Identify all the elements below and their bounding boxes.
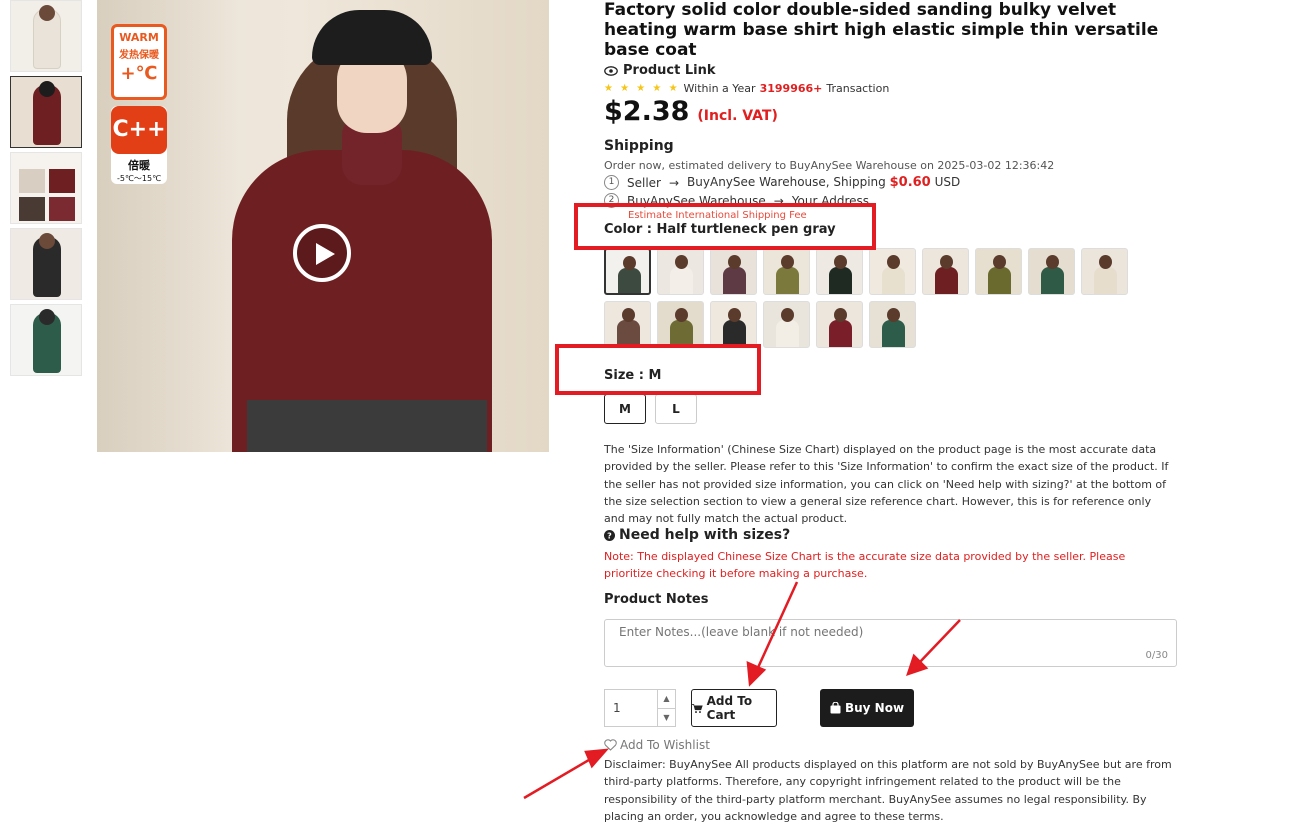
heart-icon — [604, 739, 617, 751]
swatch-garment — [882, 320, 905, 347]
color-swatch[interactable] — [657, 248, 704, 295]
shipping-step-1: 1 Seller → BuyAnySee Warehouse, Shipping… — [604, 175, 1184, 190]
color-swatch[interactable] — [763, 248, 810, 295]
delivery-estimate: Order now, estimated delivery to BuyAnyS… — [604, 159, 1055, 172]
thumbnail-3[interactable] — [10, 152, 82, 224]
warm-badge: WARM 发热保暖 +℃ — [111, 24, 167, 100]
swatch-model-head — [1046, 255, 1059, 269]
price: $2.38 — [604, 96, 690, 127]
double-warmth-badge: C++ 倍暖 -5℃～15℃ — [111, 106, 167, 184]
annotation-box-size — [555, 344, 761, 395]
product-notes-field: 0/30 — [604, 619, 1177, 667]
shipping-fee: $0.60 — [889, 175, 931, 190]
size-help-link[interactable]: ? Need help with sizes? — [604, 527, 790, 543]
rating-row: ★ ★ ★ ★ ★ Within a Year 3199966+ Transac… — [604, 82, 890, 95]
swatch-model-head — [834, 255, 847, 269]
color-swatch[interactable] — [604, 301, 651, 348]
annotation-box-color — [574, 203, 876, 250]
transaction-count: 3199966+ — [759, 82, 823, 95]
arrow-right-icon: → — [668, 175, 680, 190]
notes-char-counter: 0/30 — [1145, 650, 1168, 661]
product-title: Factory solid color double-sided sanding… — [604, 0, 1159, 60]
swatch-model-head — [887, 255, 900, 269]
swatch-garment — [670, 267, 693, 294]
swatch-garment — [829, 267, 852, 294]
swatch-garment — [1041, 267, 1064, 294]
vat-label: (Incl. VAT) — [697, 108, 778, 124]
color-swatch[interactable] — [816, 248, 863, 295]
star-rating: ★ ★ ★ ★ ★ — [604, 83, 680, 94]
swatch-model-head — [728, 255, 741, 269]
color-swatch[interactable] — [710, 301, 757, 348]
add-to-cart-button[interactable]: Add To Cart — [691, 689, 777, 727]
play-video-icon[interactable] — [293, 224, 351, 282]
swatch-model-head — [623, 256, 636, 270]
swatch-garment — [776, 320, 799, 347]
swatch-model-head — [728, 308, 741, 322]
cart-icon — [692, 703, 703, 713]
color-swatch[interactable] — [922, 248, 969, 295]
size-options: M L — [604, 394, 697, 424]
color-swatch[interactable] — [710, 248, 757, 295]
quantity-stepper: ▲ ▼ — [604, 689, 676, 727]
eye-icon — [604, 65, 618, 76]
thumbnail-5[interactable] — [10, 304, 82, 376]
swatch-model-head — [887, 308, 900, 322]
question-icon: ? — [604, 529, 615, 541]
quantity-increase-icon[interactable]: ▲ — [658, 690, 675, 709]
thumbnail-1[interactable] — [10, 0, 82, 72]
add-to-wishlist-link[interactable]: Add To Wishlist — [604, 738, 710, 752]
swatch-model-head — [781, 255, 794, 269]
swatch-model-head — [940, 255, 953, 269]
swatch-model-head — [622, 308, 635, 322]
bag-icon — [830, 702, 841, 714]
color-swatch[interactable] — [816, 301, 863, 348]
color-swatch[interactable] — [604, 248, 651, 295]
price-row: $2.38 (Incl. VAT) — [604, 96, 1184, 127]
swatch-garment — [723, 267, 746, 294]
color-swatch[interactable] — [975, 248, 1022, 295]
product-notes-label: Product Notes — [604, 592, 709, 607]
buy-now-button[interactable]: Buy Now — [820, 689, 914, 727]
swatch-garment — [829, 320, 852, 347]
quantity-decrease-icon[interactable]: ▼ — [658, 709, 675, 727]
swatch-model-head — [993, 255, 1006, 269]
svg-text:?: ? — [607, 531, 612, 540]
swatch-garment — [776, 267, 799, 294]
thumbnail-list — [10, 0, 82, 380]
thumbnail-2[interactable] — [10, 76, 82, 148]
product-link[interactable]: Product Link — [604, 63, 1184, 78]
swatch-garment — [1094, 267, 1117, 294]
quantity-input[interactable] — [605, 690, 657, 726]
swatch-model-head — [834, 308, 847, 322]
swatch-model-head — [781, 308, 794, 322]
swatch-garment — [988, 267, 1011, 294]
product-info: Factory solid color double-sided sanding… — [604, 0, 1184, 823]
color-swatches — [604, 248, 1144, 348]
color-swatch[interactable] — [869, 248, 916, 295]
swatch-garment — [618, 268, 641, 293]
product-notes-input[interactable] — [605, 620, 1176, 666]
main-product-image: WARM 发热保暖 +℃ C++ 倍暖 -5℃～15℃ — [97, 0, 549, 452]
swatch-garment — [882, 267, 905, 294]
swatch-model-head — [1099, 255, 1112, 269]
size-option-l[interactable]: L — [655, 394, 697, 424]
color-swatch[interactable] — [869, 301, 916, 348]
swatch-garment — [935, 267, 958, 294]
size-chart-note: Note: The displayed Chinese Size Chart i… — [604, 550, 1126, 581]
size-option-m[interactable]: M — [604, 394, 646, 424]
color-swatch[interactable] — [1081, 248, 1128, 295]
swatch-model-head — [675, 255, 688, 269]
color-swatch[interactable] — [1028, 248, 1075, 295]
size-information-text: The 'Size Information' (Chinese Size Cha… — [604, 443, 1169, 526]
disclaimer-text: Disclaimer: BuyAnySee All products displ… — [604, 758, 1172, 823]
shipping-heading: Shipping — [604, 138, 674, 154]
color-swatch[interactable] — [657, 301, 704, 348]
swatch-model-head — [675, 308, 688, 322]
color-swatch[interactable] — [763, 301, 810, 348]
thumbnail-4[interactable] — [10, 228, 82, 300]
